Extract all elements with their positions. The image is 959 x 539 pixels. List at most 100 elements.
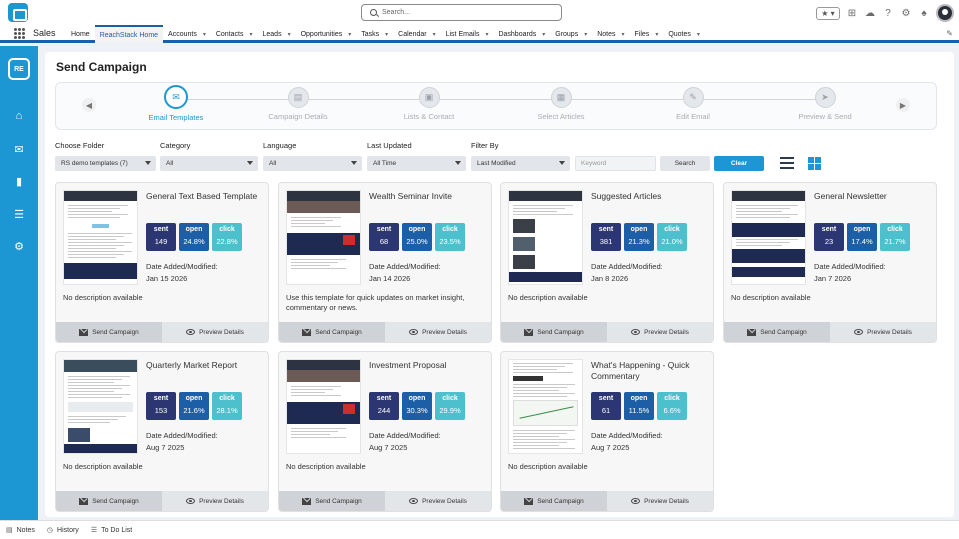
nav-tab[interactable]: Groups ▾ xyxy=(550,25,592,43)
chevron-down-icon[interactable]: ▾ xyxy=(203,31,206,38)
chevron-down-icon[interactable]: ▾ xyxy=(485,31,488,38)
click-stat-label: click xyxy=(219,395,235,402)
preview-details-button[interactable]: Preview Details xyxy=(162,491,268,511)
preview-details-button[interactable]: Preview Details xyxy=(607,491,713,511)
nav-tab[interactable]: Tasks ▾ xyxy=(356,25,393,43)
step-4[interactable]: ▦ Select Articles xyxy=(506,87,616,121)
nav-tab[interactable]: Opportunities ▾ xyxy=(296,25,357,43)
preview-details-button[interactable]: Preview Details xyxy=(162,322,268,342)
preview-details-label: Preview Details xyxy=(644,497,689,505)
global-search-input[interactable]: Search... xyxy=(361,4,562,21)
template-title: Quarterly Market Report xyxy=(146,360,238,370)
last-updated-select[interactable]: All Time xyxy=(367,156,466,171)
chevron-down-icon[interactable]: ▾ xyxy=(385,31,388,38)
mail-icon[interactable]: ✉ xyxy=(12,142,26,156)
send-campaign-button[interactable]: Send Campaign xyxy=(279,322,385,342)
nav-tab[interactable]: Leads ▾ xyxy=(258,25,296,43)
folder-select[interactable]: RS demo templates (7) xyxy=(55,156,156,171)
history-utility[interactable]: ◷ History xyxy=(47,526,79,535)
edit-nav-icon[interactable]: ✎ xyxy=(946,29,953,38)
category-select[interactable]: All xyxy=(160,156,258,171)
send-campaign-button[interactable]: Send Campaign xyxy=(501,491,607,511)
search-button[interactable]: Search xyxy=(660,156,710,171)
step-6[interactable]: ➤ Preview & Send xyxy=(770,87,880,121)
bell-icon[interactable]: ♠ xyxy=(918,7,930,19)
nav-tab[interactable]: ReachStack Home xyxy=(94,25,164,43)
grid-view-icon[interactable] xyxy=(808,157,821,170)
template-thumbnail[interactable] xyxy=(508,359,583,454)
settings-icon[interactable]: ⚙ xyxy=(12,239,26,253)
help-icon[interactable]: ? xyxy=(882,7,894,19)
app-logo[interactable] xyxy=(8,3,28,22)
template-thumbnail[interactable] xyxy=(508,190,583,285)
language-select[interactable]: All xyxy=(263,156,362,171)
chevron-left-icon[interactable]: ◀ xyxy=(82,98,96,112)
template-thumbnail[interactable] xyxy=(286,359,361,454)
template-card[interactable]: General Newsletter sent 23 open 17.4% click 21… xyxy=(723,182,937,343)
plus-icon[interactable]: ⊞ xyxy=(846,7,858,19)
click-stat-label: click xyxy=(442,226,458,233)
step-5[interactable]: ✎ Edit Email xyxy=(638,87,748,121)
send-campaign-button[interactable]: Send Campaign xyxy=(279,491,385,511)
template-card[interactable]: General Text Based Template sent 149 open 24… xyxy=(55,182,269,343)
nav-tab[interactable]: Contacts ▾ xyxy=(211,25,258,43)
home-icon[interactable]: ⌂ xyxy=(12,109,26,123)
filter-by-select[interactable]: Last Modified xyxy=(471,156,570,171)
chevron-down-icon[interactable]: ▾ xyxy=(697,31,700,38)
trailhead-icon[interactable]: ☁ xyxy=(864,7,876,19)
clear-button[interactable]: Clear xyxy=(714,156,764,171)
preview-details-button[interactable]: Preview Details xyxy=(830,322,936,342)
nav-tab[interactable]: Dashboards ▾ xyxy=(493,25,550,43)
step-2[interactable]: ▤ Campaign Details xyxy=(243,87,353,121)
chart-icon[interactable]: ▮ xyxy=(12,174,26,188)
keyword-input[interactable]: Keyword xyxy=(575,156,656,171)
nav-tab[interactable]: Files ▾ xyxy=(630,25,664,43)
template-thumbnail[interactable] xyxy=(286,190,361,285)
template-card[interactable]: What's Happening - Quick Commentary sent 6… xyxy=(500,351,714,512)
template-card[interactable]: Quarterly Market Report sent 153 open 21.6% c… xyxy=(55,351,269,512)
send-campaign-button[interactable]: Send Campaign xyxy=(501,322,607,342)
preview-details-button[interactable]: Preview Details xyxy=(607,322,713,342)
settings-icon[interactable]: ⚙ xyxy=(900,7,912,19)
template-thumbnail[interactable] xyxy=(63,190,138,285)
send-campaign-button[interactable]: Send Campaign xyxy=(724,322,830,342)
step-3[interactable]: ▣ Lists & Contact xyxy=(374,87,484,121)
template-card[interactable]: Suggested Articles sent 381 open 21.3% click 2… xyxy=(500,182,714,343)
chevron-down-icon[interactable]: ▾ xyxy=(655,31,658,38)
template-thumbnail[interactable] xyxy=(731,190,806,285)
nav-tab[interactable]: List Emails ▾ xyxy=(441,25,494,43)
chevron-down-icon[interactable]: ▾ xyxy=(288,31,291,38)
chevron-down-icon[interactable]: ▾ xyxy=(348,31,351,38)
preview-details-label: Preview Details xyxy=(644,328,689,336)
app-launcher-icon[interactable] xyxy=(14,28,25,39)
chevron-right-icon[interactable]: ▶ xyxy=(896,98,910,112)
chevron-down-icon[interactable]: ▾ xyxy=(433,31,436,38)
template-card[interactable]: Wealth Seminar Invite sent 68 open 25.0% clic… xyxy=(278,182,492,343)
nav-tab[interactable]: Accounts ▾ xyxy=(163,25,211,43)
preview-details-button[interactable]: Preview Details xyxy=(385,491,491,511)
nav-tab[interactable]: Notes ▾ xyxy=(592,25,629,43)
list-icon[interactable]: ☰ xyxy=(12,207,26,221)
notes-utility[interactable]: ▤ Notes xyxy=(6,526,35,535)
chevron-down-icon[interactable]: ▾ xyxy=(622,31,625,38)
open-stat-label: open xyxy=(185,395,203,402)
date-label: Date Added/Modified: xyxy=(369,431,441,440)
date-label: Date Added/Modified: xyxy=(369,262,441,271)
nav-tab[interactable]: Calendar ▾ xyxy=(393,25,440,43)
chevron-down-icon[interactable]: ▾ xyxy=(542,31,545,38)
nav-tab[interactable]: Home xyxy=(66,25,95,43)
template-card[interactable]: Investment Proposal sent 244 open 30.3% click… xyxy=(278,351,492,512)
todo-utility[interactable]: ☰ To Do List xyxy=(91,526,132,535)
send-campaign-button[interactable]: Send Campaign xyxy=(56,322,162,342)
step-1[interactable]: ✉ Email Templates xyxy=(121,85,231,122)
chevron-down-icon[interactable]: ▾ xyxy=(249,31,252,38)
nav-tab-label: Groups xyxy=(555,30,579,38)
send-campaign-button[interactable]: Send Campaign xyxy=(56,491,162,511)
template-thumbnail[interactable] xyxy=(63,359,138,454)
list-view-icon[interactable] xyxy=(780,157,794,170)
chevron-down-icon[interactable]: ▾ xyxy=(584,31,587,38)
preview-details-button[interactable]: Preview Details xyxy=(385,322,491,342)
avatar[interactable] xyxy=(936,4,954,22)
nav-tab[interactable]: Quotes ▾ xyxy=(663,25,705,43)
favorites-button[interactable]: ★ ▾ xyxy=(816,6,840,20)
